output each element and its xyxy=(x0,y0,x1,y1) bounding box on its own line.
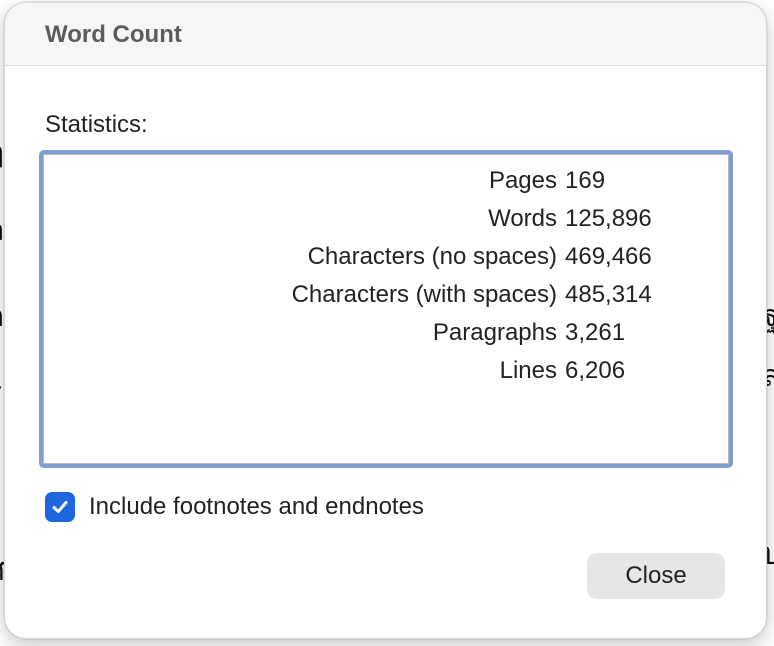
stat-row-paragraphs: Paragraphs 3,261 xyxy=(43,314,729,352)
stat-row-characters-with-spaces: Characters (with spaces) 485,314 xyxy=(43,276,729,314)
stat-value: 169 xyxy=(565,167,606,194)
word-count-dialog: Word Count Statistics: Pages 169 Words 1… xyxy=(4,2,767,639)
stat-row-characters-no-spaces: Characters (no spaces) 469,466 xyxy=(43,238,729,276)
stat-row-pages: Pages 169 xyxy=(43,162,729,200)
include-notes-option[interactable]: Include footnotes and endnotes xyxy=(45,491,424,523)
background-document-fragment: ร xyxy=(0,378,2,408)
stat-label: Paragraphs xyxy=(432,319,557,346)
stat-value: 485,314 xyxy=(565,281,652,308)
stat-label: Characters (no spaces) xyxy=(307,243,557,270)
stat-label: Words xyxy=(488,205,557,232)
stat-value: 6,206 xyxy=(565,357,626,384)
checkmark-icon xyxy=(52,501,68,513)
stat-row-words: Words 125,896 xyxy=(43,200,729,238)
stat-label: Pages xyxy=(488,167,557,194)
statistics-list[interactable]: Pages 169 Words 125,896 Characters (no s… xyxy=(39,150,733,468)
include-notes-checkbox[interactable] xyxy=(45,492,75,522)
close-button[interactable]: Close xyxy=(587,553,725,599)
stat-value: 3,261 xyxy=(565,319,626,346)
dialog-titlebar: Word Count xyxy=(5,3,766,66)
dialog-title: Word Count xyxy=(45,21,182,48)
stat-row-lines: Lines 6,206 xyxy=(43,352,729,390)
stat-label: Lines xyxy=(499,357,557,384)
statistics-label: Statistics: xyxy=(45,111,148,138)
include-notes-label[interactable]: Include footnotes and endnotes xyxy=(89,493,424,521)
stat-label: Characters (with spaces) xyxy=(291,281,557,308)
stat-value: 125,896 xyxy=(565,205,652,232)
stat-value: 469,466 xyxy=(565,243,652,270)
